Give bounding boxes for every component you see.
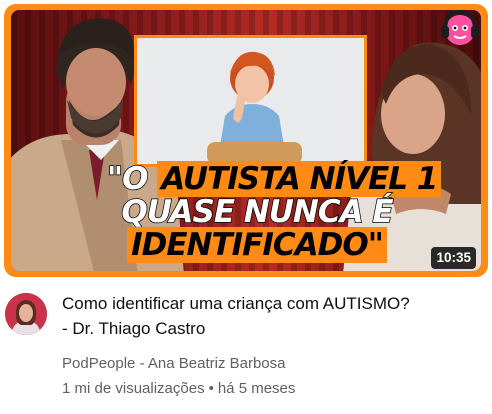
child-photo-frame [134, 35, 367, 167]
child-photo [137, 38, 364, 164]
video-title-line-1: Como identificar uma criança com AUTISMO… [62, 294, 410, 313]
channel-avatar[interactable] [5, 293, 47, 335]
headphones-mascot-icon [441, 9, 479, 45]
headline-line-1: "O AUTISTA NÍVEL 1 [106, 161, 442, 197]
duration-badge: 10:35 [431, 247, 476, 269]
video-stats: 1 mi de visualizações • há 5 meses [62, 379, 295, 399]
channel-name[interactable]: PodPeople - Ana Beatriz Barbosa [62, 354, 285, 374]
video-title-line-2: - Dr. Thiago Castro [62, 319, 206, 338]
avatar-image [5, 293, 47, 335]
video-card[interactable]: "O AUTISTA NÍVEL 1 QUASE NUNCA É IDENTIF… [0, 0, 492, 414]
headline-line-2: QUASE NUNCA É [121, 194, 395, 230]
thumbnail-headline: "O AUTISTA NÍVEL 1 QUASE NUNCA É IDENTIF… [106, 161, 442, 263]
video-meta: Como identificar uma criança com AUTISMO… [0, 283, 492, 414]
video-title[interactable]: Como identificar uma criança com AUTISMO… [62, 291, 462, 341]
upload-age: há 5 meses [217, 380, 296, 397]
child-figure [207, 51, 302, 164]
video-thumbnail[interactable]: "O AUTISTA NÍVEL 1 QUASE NUNCA É IDENTIF… [4, 4, 488, 277]
view-count: 1 mi de visualizações [62, 380, 205, 397]
thumbnail-background: "O AUTISTA NÍVEL 1 QUASE NUNCA É IDENTIF… [11, 10, 481, 271]
headline-line-3: IDENTIFICADO" [107, 227, 407, 263]
stats-separator: • [208, 380, 214, 397]
